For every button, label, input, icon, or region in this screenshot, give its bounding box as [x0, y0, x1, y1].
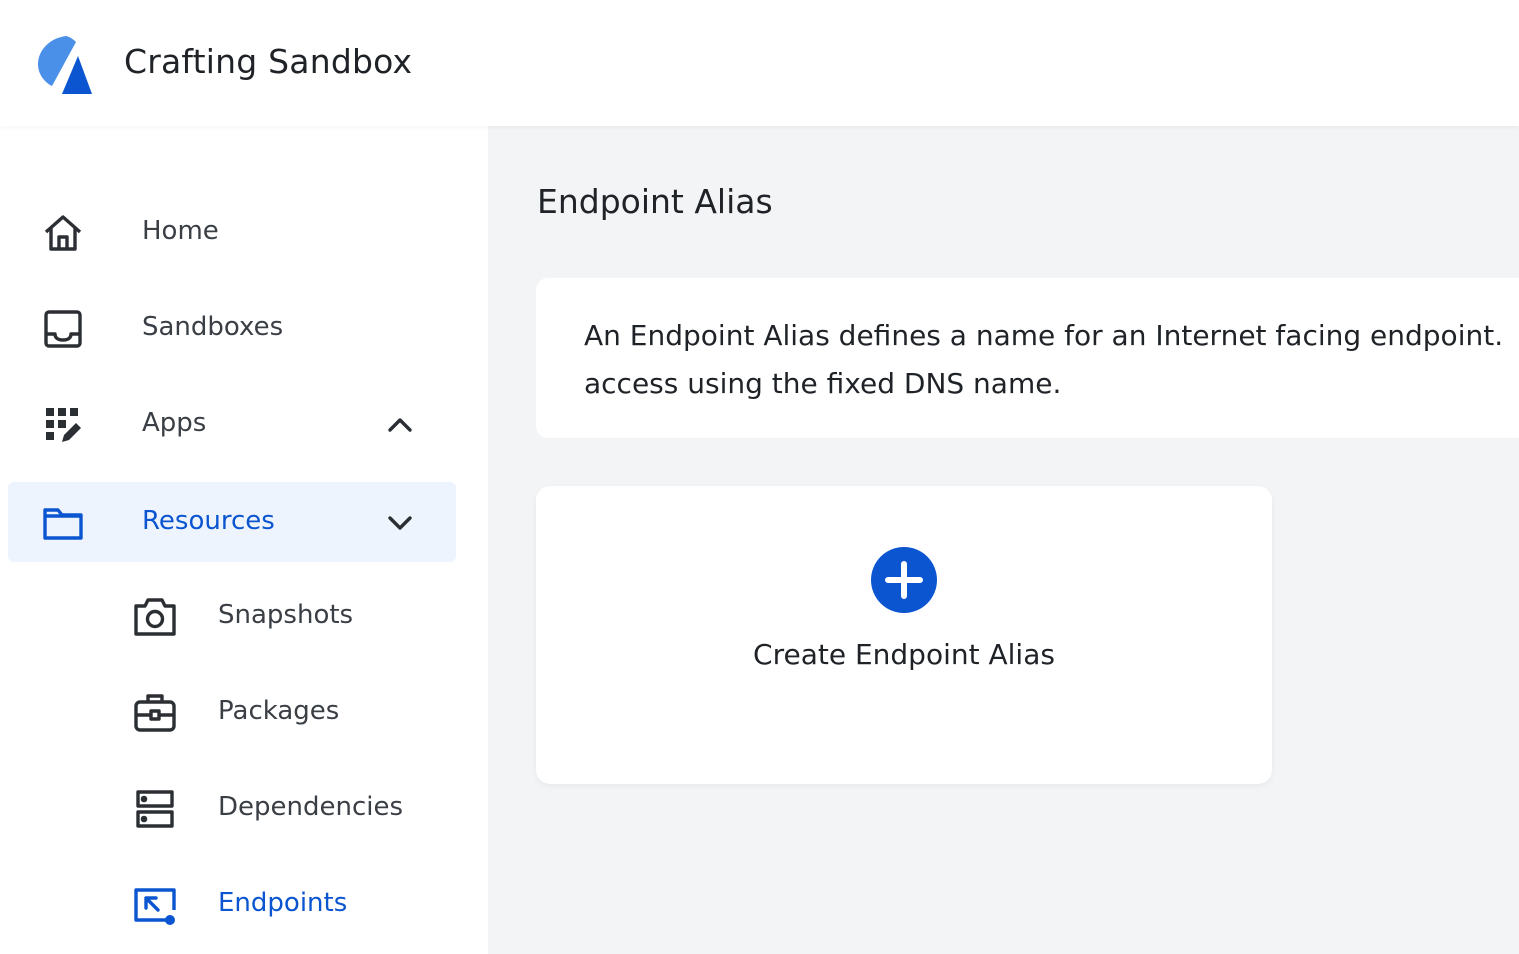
sidebar-item-label: Sandboxes — [142, 312, 284, 342]
app-title: Crafting Sandbox — [124, 42, 413, 81]
sidebar-item-label: Apps — [142, 408, 207, 438]
sidebar-subitem-label: Packages — [218, 696, 340, 726]
plus-circle-icon — [870, 546, 938, 614]
sidebar-subitem-label: Snapshots — [218, 600, 354, 630]
apps-grid-icon — [42, 404, 84, 446]
create-endpoint-alias-button[interactable]: Create Endpoint Alias — [536, 486, 1272, 784]
create-endpoint-alias-label: Create Endpoint Alias — [753, 638, 1055, 671]
sidebar-subitem-label: Endpoints — [218, 888, 348, 918]
home-icon — [42, 212, 84, 254]
sidebar-subitem-label: Dependencies — [218, 792, 404, 822]
info-card: An Endpoint Alias defines a name for an … — [536, 278, 1519, 438]
sidebar-item-label: Home — [142, 216, 219, 246]
sidebar-item-sandboxes[interactable]: Sandboxes — [8, 288, 456, 368]
app-header: Crafting Sandbox — [0, 0, 1519, 126]
sidebar-item-resources[interactable]: Resources — [8, 482, 456, 562]
main-content: Endpoint Alias An Endpoint Alias defines… — [488, 126, 1519, 954]
folder-icon — [42, 502, 84, 544]
toolbox-icon — [132, 690, 178, 736]
chevron-down-icon[interactable] — [386, 509, 414, 537]
info-text: An Endpoint Alias defines a name for an … — [584, 319, 1504, 400]
sidebar-item-packages[interactable]: Packages — [120, 672, 456, 752]
chevron-up-icon[interactable] — [386, 411, 414, 439]
sidebar-item-endpoints[interactable]: Endpoints — [120, 864, 456, 944]
sidebar: Home Sandboxes Apps Resources Snapshots … — [0, 126, 488, 954]
inbox-icon — [42, 308, 84, 350]
endpoint-icon — [132, 882, 178, 928]
sidebar-item-home[interactable]: Home — [8, 192, 456, 272]
sidebar-item-apps[interactable]: Apps — [8, 384, 456, 464]
sidebar-item-dependencies[interactable]: Dependencies — [120, 768, 456, 848]
sidebar-item-snapshots[interactable]: Snapshots — [120, 576, 456, 656]
sidebar-item-label: Resources — [142, 506, 275, 536]
server-icon — [132, 786, 178, 832]
camera-icon — [132, 594, 178, 640]
page-title: Endpoint Alias — [537, 182, 773, 221]
crafting-logo-icon[interactable] — [36, 34, 94, 96]
